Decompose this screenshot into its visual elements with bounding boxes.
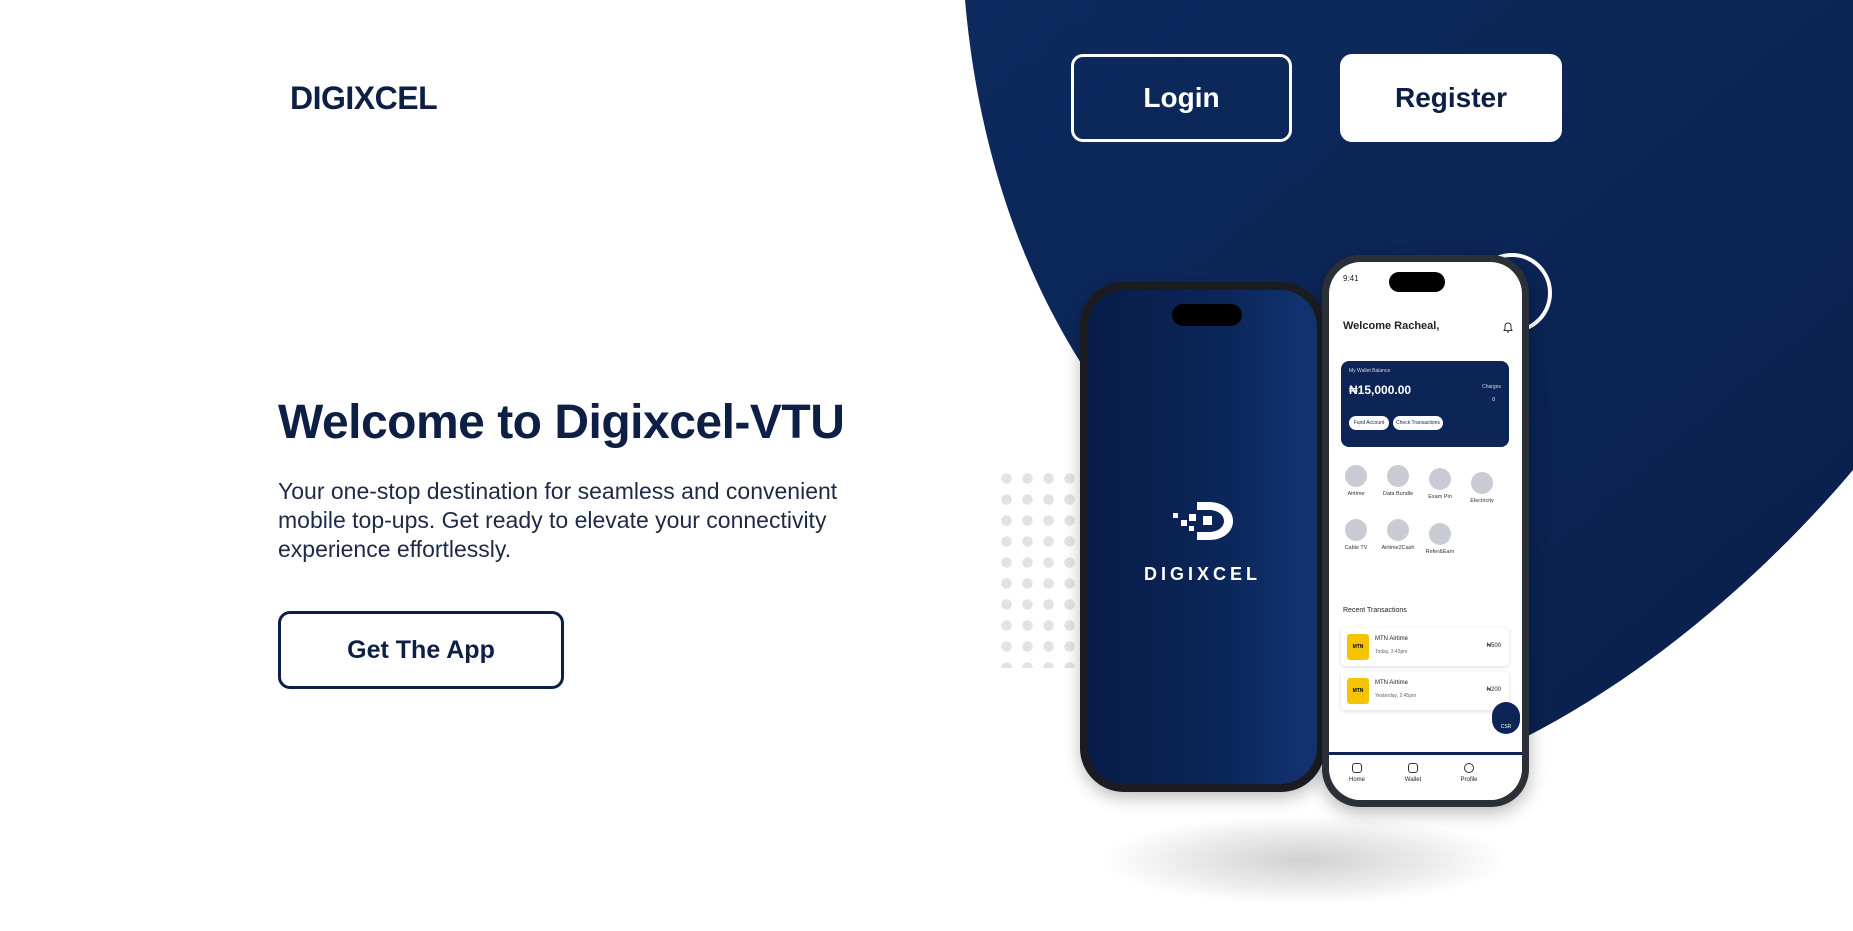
transaction-item: MTN MTN Airtime Today, 3:45pm ₦500 — [1341, 628, 1509, 666]
bell-icon — [1503, 322, 1513, 333]
login-button[interactable]: Login — [1071, 54, 1292, 142]
logo[interactable]: DIGIXCEL — [290, 80, 438, 117]
digixcel-logo-icon — [1173, 502, 1233, 540]
dot-pattern — [996, 468, 1080, 668]
hero-title: Welcome to Digixcel-VTU — [278, 396, 845, 449]
dynamic-island — [1172, 304, 1242, 326]
user-icon — [1464, 763, 1474, 773]
register-button[interactable]: Register — [1340, 54, 1562, 142]
transaction-item: MTN MTN Airtime Yesterday, 2:45pm ₦200 — [1341, 672, 1509, 710]
check-transactions-pill: Check Transactions — [1393, 416, 1443, 430]
fund-account-pill: Fund Account — [1349, 416, 1389, 430]
splash-screen: DIGIXCEL — [1088, 290, 1317, 784]
wallet-label: My Wallet Balance — [1349, 368, 1391, 374]
globe-icon — [1387, 465, 1409, 487]
book-icon — [1429, 468, 1451, 490]
gift-icon — [1429, 523, 1451, 545]
dynamic-island — [1389, 272, 1445, 292]
service-exam-pin: Exam Pin — [1421, 468, 1459, 500]
welcome-text: Welcome Racheal, — [1343, 320, 1440, 332]
phone-mockup-splash: DIGIXCEL — [1080, 282, 1325, 792]
headset-icon: CSR — [1492, 702, 1520, 734]
background-shape — [965, 0, 1853, 740]
status-time: 9:41 — [1343, 274, 1359, 283]
service-airtime: Airtime — [1337, 465, 1375, 497]
mtn-logo: MTN — [1347, 634, 1369, 660]
bolt-icon — [1471, 472, 1493, 494]
splash-brand-text: DIGIXCEL — [1143, 564, 1261, 584]
tv-icon — [1345, 519, 1367, 541]
service-refer-earn: Refer&Earn — [1421, 523, 1459, 555]
service-data-bundle: Data Bundle — [1379, 465, 1417, 497]
dashboard-screen: 9:41 Welcome Racheal, My Wallet Balance … — [1329, 262, 1522, 800]
nav-profile: Profile — [1449, 763, 1489, 783]
service-electricity: Electricity — [1463, 472, 1501, 504]
home-icon — [1352, 763, 1362, 773]
charges-label: Charges — [1482, 384, 1501, 390]
nav-wallet: Wallet — [1393, 763, 1433, 783]
wallet-icon — [1408, 763, 1418, 773]
wallet-balance: ₦15,000.00 — [1349, 383, 1412, 397]
service-airtime2cash: Airtime2Cash — [1379, 519, 1417, 551]
exchange-icon — [1387, 519, 1409, 541]
recent-transactions-heading: Recent Transactions — [1343, 607, 1407, 614]
wallet-card: My Wallet Balance ₦15,000.00 Charges 0 F… — [1341, 361, 1509, 447]
mtn-logo: MTN — [1347, 678, 1369, 704]
service-cable-tv: Cable TV — [1337, 519, 1375, 551]
get-app-button[interactable]: Get The App — [278, 611, 564, 689]
hero-subtitle: Your one-stop destination for seamless a… — [278, 478, 838, 562]
charges-value: 0 — [1492, 397, 1495, 403]
bottom-nav: Home Wallet Profile — [1329, 752, 1522, 800]
phone-mockup-dashboard: 9:41 Welcome Racheal, My Wallet Balance … — [1322, 255, 1529, 807]
phone-shadow — [1100, 815, 1510, 905]
nav-home: Home — [1337, 763, 1377, 783]
phone-icon — [1345, 465, 1367, 487]
